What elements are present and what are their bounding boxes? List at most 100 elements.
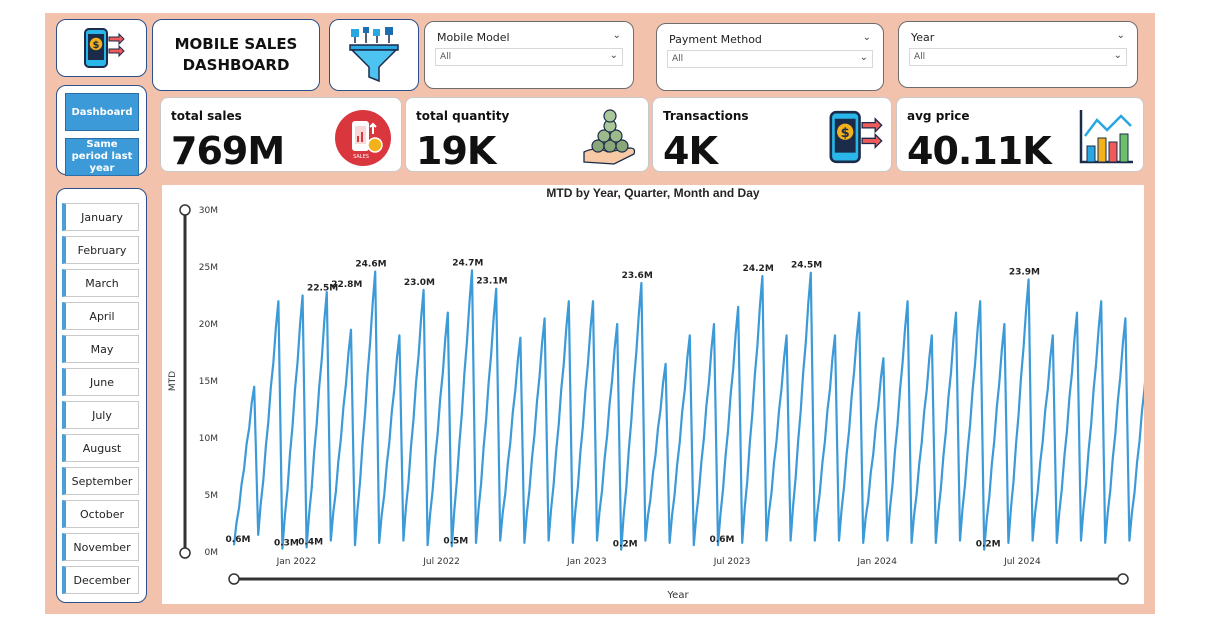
slicer-value: All: [440, 52, 452, 62]
dashboard-title: MOBILE SALES DASHBOARD: [152, 19, 320, 91]
slicer-value: All: [672, 54, 684, 64]
kpi-total-quantity: total quantity 19K: [405, 97, 649, 173]
chevron-down-icon[interactable]: ⌄: [863, 32, 871, 43]
mobile-payment-icon: $: [829, 110, 883, 164]
slicer-dropdown[interactable]: All ⌄: [435, 48, 623, 66]
kpi-total-sales: total sales 769M SALES: [160, 97, 402, 173]
title-line-2: DASHBOARD: [182, 56, 290, 74]
chevron-down-icon: ⌄: [609, 50, 618, 61]
data-label: 24.7M: [452, 258, 483, 268]
data-label: 23.0M: [404, 278, 435, 288]
svg-text:SALES: SALES: [353, 154, 369, 160]
data-label: 23.9M: [1009, 268, 1040, 278]
chevron-down-icon: ⌄: [1113, 50, 1122, 61]
month-item-august[interactable]: August: [62, 434, 139, 462]
kpi-label: Transactions: [663, 109, 749, 123]
data-label: 0.2M: [976, 540, 1001, 550]
data-label: 23.6M: [622, 271, 653, 281]
x-range-slider-handle-left[interactable]: [228, 573, 240, 585]
month-item-may[interactable]: May: [62, 335, 139, 363]
page-navigation: Dashboard Same period last year: [56, 85, 147, 176]
month-item-july[interactable]: July: [62, 401, 139, 429]
bar-chart-icon: [1079, 110, 1133, 164]
kpi-label: avg price: [907, 109, 970, 123]
kpi-value: 769M: [171, 129, 285, 173]
x-tick-label: Jul 2022: [422, 557, 460, 567]
x-tick-label: Jul 2023: [713, 557, 751, 567]
mobile-payment-icon: $: [83, 28, 125, 68]
data-label: 22.8M: [331, 280, 362, 290]
dashboard-button[interactable]: Dashboard: [65, 93, 139, 131]
data-label: 24.2M: [743, 264, 774, 274]
month-slicer: January February March April May June Ju…: [56, 188, 147, 603]
chevron-down-icon: ⌄: [859, 52, 868, 63]
chevron-down-icon[interactable]: ⌄: [1117, 30, 1125, 41]
month-item-march[interactable]: March: [62, 269, 139, 297]
data-label: 0.6M: [710, 535, 735, 545]
funnel-icon: [349, 27, 399, 83]
y-tick-label: 5M: [205, 491, 219, 501]
month-item-january[interactable]: January: [62, 203, 139, 231]
dashboard-canvas: $ MOBILE SALES DASHBOARD Mobile Model ⌄ …: [45, 13, 1206, 614]
kpi-value: 4K: [663, 129, 718, 173]
x-axis-label: Year: [666, 590, 689, 601]
mtd-line-chart: MTD by Year, Quarter, Month and Day MTD …: [168, 186, 1206, 601]
data-label: 23.1M: [476, 277, 507, 287]
y-tick-label: 25M: [199, 263, 218, 273]
svg-text:$: $: [841, 126, 850, 141]
y-axis-label: MTD: [168, 371, 178, 391]
slicer-payment-method[interactable]: Payment Method ⌄ All ⌄: [656, 23, 884, 91]
data-label: 0.3M: [274, 539, 299, 549]
x-tick-label: Jan 2022: [276, 557, 317, 567]
svg-text:$: $: [92, 40, 99, 51]
month-item-april[interactable]: April: [62, 302, 139, 330]
month-item-june[interactable]: June: [62, 368, 139, 396]
same-period-last-year-button[interactable]: Same period last year: [65, 138, 139, 176]
data-label: 0.4M: [298, 537, 323, 547]
title-line-1: MOBILE SALES: [174, 35, 298, 53]
month-item-september[interactable]: September: [62, 467, 139, 495]
chevron-down-icon[interactable]: ⌄: [613, 30, 621, 41]
y-tick-label: 10M: [199, 434, 218, 444]
slicer-label: Payment Method: [669, 33, 762, 46]
x-tick-label: Jan 2024: [856, 557, 897, 567]
slicer-dropdown[interactable]: All ⌄: [667, 50, 873, 68]
x-range-slider-handle-right[interactable]: [1117, 573, 1129, 585]
y-tick-label: 15M: [199, 377, 218, 387]
coins-icon: [583, 109, 636, 165]
mtd-chart-panel: MTD by Year, Quarter, Month and Day MTD …: [162, 185, 1206, 604]
x-tick-label: Jan 2023: [566, 557, 607, 567]
y-tick-label: 30M: [199, 206, 218, 216]
data-label: 24.5M: [791, 261, 822, 271]
slicer-label: Year: [911, 31, 935, 44]
month-item-december[interactable]: December: [62, 566, 139, 594]
kpi-transactions: Transactions 4K $: [652, 97, 892, 173]
mtd-series-line: [232, 269, 1198, 551]
x-tick-label: Jul 2024: [1003, 557, 1041, 567]
data-label: 0.2M: [613, 540, 638, 550]
kpi-value: 19K: [416, 129, 496, 173]
filter-tile[interactable]: [329, 19, 419, 91]
slicer-mobile-model[interactable]: Mobile Model ⌄ All ⌄: [424, 21, 634, 89]
chart-title: MTD by Year, Quarter, Month and Day: [546, 186, 759, 200]
y-tick-label: 20M: [199, 320, 218, 330]
y-range-slider-handle-bottom[interactable]: [179, 547, 191, 559]
kpi-avg-price: avg price 40.11K: [896, 97, 1144, 173]
logo-tile: $: [56, 19, 147, 77]
kpi-value: 40.11K: [907, 129, 1052, 173]
data-label: 24.6M: [355, 260, 386, 270]
slicer-value: All: [914, 52, 926, 62]
y-range-slider-handle-top[interactable]: [179, 204, 191, 216]
y-tick-label: 0M: [205, 548, 219, 558]
sales-icon: SALES: [335, 110, 391, 166]
month-item-october[interactable]: October: [62, 500, 139, 528]
slicer-label: Mobile Model: [437, 31, 510, 44]
data-label: 0.5M: [443, 536, 468, 546]
data-label: 0.6M: [226, 535, 251, 545]
slicer-dropdown[interactable]: All ⌄: [909, 48, 1127, 66]
slicer-year[interactable]: Year ⌄ All ⌄: [898, 21, 1138, 88]
month-item-february[interactable]: February: [62, 236, 139, 264]
kpi-label: total sales: [171, 109, 242, 123]
kpi-label: total quantity: [416, 109, 510, 123]
month-item-november[interactable]: November: [62, 533, 139, 561]
